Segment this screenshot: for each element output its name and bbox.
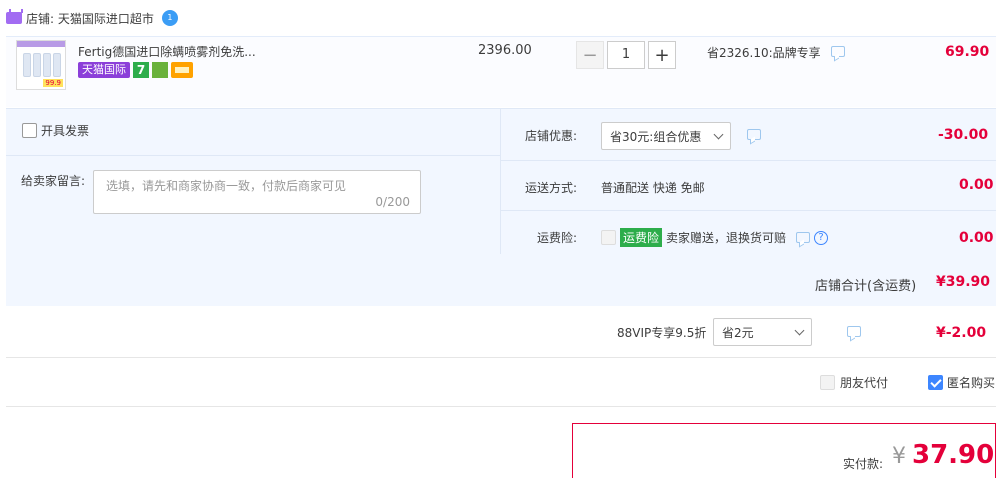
comment-icon[interactable] bbox=[830, 46, 845, 57]
shopping-bag-icon bbox=[152, 62, 168, 78]
comment-icon[interactable] bbox=[846, 326, 861, 337]
delivery-label: 运送方式: bbox=[525, 181, 578, 195]
shop-total-amount: ¥39.90 bbox=[936, 274, 991, 290]
friend-pay-label: 朋友代付 bbox=[840, 376, 889, 390]
shop-icon bbox=[6, 9, 23, 24]
shop-name[interactable]: 店铺: 天猫国际进口超市 bbox=[26, 10, 154, 27]
unit-price: 2396.00 bbox=[478, 43, 532, 58]
tmall-global-tag: 天猫国际 bbox=[78, 62, 130, 78]
delivery-amount: 0.00 bbox=[959, 177, 994, 193]
chevron-down-icon bbox=[713, 129, 724, 139]
anonymous-checkbox[interactable] bbox=[928, 375, 943, 390]
insurance-label: 运费险: bbox=[537, 231, 578, 245]
vip-selected: 省2元 bbox=[722, 325, 754, 340]
comment-icon[interactable] bbox=[796, 232, 811, 243]
invoice-option[interactable]: 开具发票 bbox=[22, 122, 89, 139]
pay-label: 实付款: bbox=[843, 457, 884, 471]
help-icon[interactable]: ? bbox=[814, 230, 829, 245]
comment-icon[interactable] bbox=[747, 129, 761, 140]
seven-day-return-icon: 7 bbox=[133, 62, 149, 78]
vip-label: 88VIP专享9.5折 bbox=[617, 326, 707, 340]
chevron-down-icon bbox=[794, 325, 805, 335]
shop-total-label: 店铺合计(含运费) bbox=[815, 279, 917, 294]
chat-icon[interactable]: 1 bbox=[161, 10, 178, 26]
anonymous-option[interactable]: 匿名购买 bbox=[928, 374, 995, 391]
insurance-option: 运费险 卖家赠送，退换货可赔 ? bbox=[601, 228, 829, 247]
insurance-text: 卖家赠送，退换货可赔 bbox=[666, 231, 787, 245]
message-label: 给卖家留言: bbox=[21, 174, 86, 188]
message-placeholder: 选填，请先和商家协商一致，付款后商家可见 bbox=[106, 179, 347, 193]
invoice-checkbox[interactable] bbox=[22, 123, 37, 138]
message-textarea[interactable]: 选填，请先和商家协商一致，付款后商家可见 0/200 bbox=[93, 170, 421, 214]
decrease-button[interactable]: − bbox=[576, 41, 604, 69]
item-promo: 省2326.10:品牌专享 bbox=[707, 44, 845, 61]
discount-select[interactable]: 省30元:组合优惠 bbox=[601, 122, 731, 150]
invoice-label: 开具发票 bbox=[41, 124, 90, 138]
shop-header: 店铺: 天猫国际进口超市 1 bbox=[6, 8, 178, 28]
anonymous-label: 匿名购买 bbox=[947, 376, 996, 390]
product-thumbnail[interactable]: 99.9 bbox=[16, 40, 66, 90]
message-count: 0/200 bbox=[375, 195, 410, 209]
delivery-value: 普通配送 快递 免邮 bbox=[601, 181, 705, 195]
thumb-price: 99.9 bbox=[43, 79, 63, 87]
insurance-badge: 运费险 bbox=[620, 228, 663, 247]
insurance-checkbox bbox=[601, 230, 616, 245]
quantity-stepper: − 1 + bbox=[576, 41, 676, 69]
friend-pay-checkbox[interactable] bbox=[820, 375, 835, 390]
item-subtotal: 69.90 bbox=[945, 44, 990, 60]
quantity-input[interactable]: 1 bbox=[607, 41, 645, 69]
discount-label: 店铺优惠: bbox=[525, 129, 578, 143]
product-title[interactable]: Fertig德国进口除螨喷雾剂免洗... bbox=[78, 43, 256, 60]
promo-text: 省2326.10:品牌专享 bbox=[707, 46, 821, 60]
credit-card-icon bbox=[171, 62, 193, 78]
pay-amount: 37.90 bbox=[912, 440, 995, 470]
discount-selected: 省30元:组合优惠 bbox=[610, 129, 702, 144]
pay-currency: ¥ bbox=[892, 444, 906, 469]
product-tags: 天猫国际 7 bbox=[78, 62, 193, 78]
vip-amount: ¥-2.00 bbox=[936, 325, 987, 341]
friend-pay-option[interactable]: 朋友代付 bbox=[820, 374, 888, 391]
discount-amount: -30.00 bbox=[938, 127, 989, 143]
insurance-amount: 0.00 bbox=[959, 230, 994, 246]
vip-select[interactable]: 省2元 bbox=[713, 318, 812, 346]
increase-button[interactable]: + bbox=[648, 41, 676, 69]
